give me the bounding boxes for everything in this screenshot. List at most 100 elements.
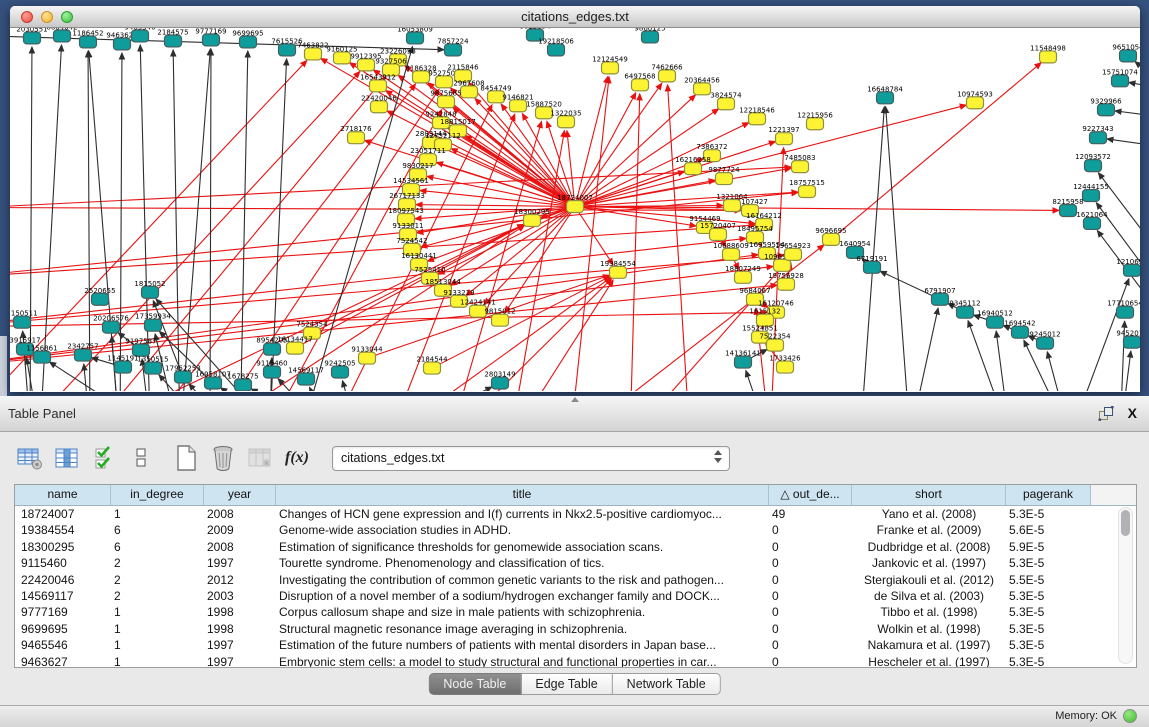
- graph-node[interactable]: [264, 366, 281, 378]
- graph-node[interactable]: [548, 44, 565, 56]
- graph-node[interactable]: [359, 352, 376, 364]
- graph-node[interactable]: [632, 79, 649, 91]
- table-row[interactable]: 946362711997Embryonic stem cells: a mode…: [15, 654, 1136, 668]
- graph-node[interactable]: [492, 314, 509, 326]
- table-row[interactable]: 977716911998Corpus callosum shape and si…: [15, 604, 1136, 620]
- graph-node[interactable]: [240, 36, 257, 48]
- graph-node[interactable]: [1037, 337, 1054, 349]
- column-header-in_degree[interactable]: in_degree: [111, 485, 204, 505]
- clear-selection-button[interactable]: [127, 444, 155, 472]
- graph-node[interactable]: [438, 96, 455, 108]
- graph-node[interactable]: [24, 32, 41, 44]
- graph-node[interactable]: [407, 32, 424, 44]
- graph-node[interactable]: [785, 248, 802, 260]
- float-panel-icon[interactable]: [1098, 406, 1114, 421]
- graph-node[interactable]: [332, 366, 349, 378]
- graph-node[interactable]: [685, 163, 702, 175]
- graph-node[interactable]: [776, 133, 793, 145]
- graph-node[interactable]: [1085, 160, 1102, 172]
- column-header-name[interactable]: name: [15, 485, 111, 505]
- table-settings-button[interactable]: [16, 444, 44, 472]
- graph-node[interactable]: [80, 36, 97, 48]
- graph-node[interactable]: [567, 201, 584, 213]
- graph-node[interactable]: [492, 377, 509, 389]
- graph-node[interactable]: [1120, 50, 1137, 62]
- graph-node[interactable]: [735, 271, 752, 283]
- graph-node[interactable]: [602, 62, 619, 74]
- graph-node[interactable]: [103, 321, 120, 333]
- graph-node[interactable]: [716, 173, 733, 185]
- graph-node[interactable]: [175, 371, 192, 383]
- graph-node[interactable]: [710, 228, 727, 240]
- table-row[interactable]: 1938455462009Genome-wide association stu…: [15, 522, 1136, 538]
- graph-node[interactable]: [610, 266, 627, 278]
- create-new-button[interactable]: [172, 444, 200, 472]
- graph-node[interactable]: [877, 92, 894, 104]
- function-builder-button[interactable]: f(x): [283, 444, 311, 472]
- column-header-year[interactable]: year: [204, 485, 276, 505]
- graph-node[interactable]: [145, 319, 162, 331]
- table-row[interactable]: 1456911722003Disruption of a novel membe…: [15, 588, 1136, 604]
- graph-node[interactable]: [642, 31, 659, 43]
- graph-node[interactable]: [1124, 264, 1141, 276]
- table-scrollbar[interactable]: [1118, 507, 1133, 664]
- show-hide-column-button[interactable]: [53, 444, 81, 472]
- zoom-window-button[interactable]: [61, 11, 73, 23]
- graph-node[interactable]: [348, 132, 365, 144]
- splitter-handle[interactable]: [571, 397, 579, 402]
- network-window-titlebar[interactable]: citations_edges.txt: [10, 6, 1140, 28]
- close-panel-icon[interactable]: X: [1128, 405, 1137, 421]
- graph-node[interactable]: [724, 200, 741, 212]
- graph-node[interactable]: [987, 316, 1004, 328]
- scrollbar-thumb[interactable]: [1121, 510, 1130, 536]
- tab-network-table[interactable]: Network Table: [613, 673, 721, 695]
- network-view[interactable]: 1872400774638229160125991239523226058932…: [10, 28, 1140, 391]
- graph-node[interactable]: [723, 248, 740, 260]
- graph-node[interactable]: [1112, 75, 1129, 87]
- table-row[interactable]: 969969511998Structural magnetic resonanc…: [15, 621, 1136, 637]
- graph-node[interactable]: [1083, 190, 1100, 202]
- graph-node[interactable]: [298, 373, 315, 385]
- graph-node[interactable]: [957, 306, 974, 318]
- graph-node[interactable]: [279, 44, 296, 56]
- graph-node[interactable]: [777, 361, 794, 373]
- graph-node[interactable]: [749, 113, 766, 125]
- graph-node[interactable]: [932, 293, 949, 305]
- graph-node[interactable]: [558, 116, 575, 128]
- delete-button[interactable]: [209, 444, 237, 472]
- column-header-title[interactable]: title: [276, 485, 769, 505]
- graph-node[interactable]: [792, 161, 809, 173]
- table-row[interactable]: 1872400712008Changes of HCN gene express…: [15, 506, 1136, 522]
- graph-node[interactable]: [203, 34, 220, 46]
- graph-node[interactable]: [235, 379, 252, 391]
- graph-node[interactable]: [778, 278, 795, 290]
- graph-node[interactable]: [659, 70, 676, 82]
- graph-node[interactable]: [205, 377, 222, 389]
- graph-node[interactable]: [799, 186, 816, 198]
- table-row[interactable]: 2242004622012Investigating the contribut…: [15, 572, 1136, 588]
- graph-node[interactable]: [1098, 104, 1115, 116]
- graph-node[interactable]: [1060, 205, 1077, 217]
- graph-node[interactable]: [142, 286, 159, 298]
- graph-node[interactable]: [14, 316, 31, 328]
- tab-node-table[interactable]: Node Table: [428, 673, 521, 695]
- select-all-button[interactable]: [90, 444, 118, 472]
- graph-node[interactable]: [524, 214, 541, 226]
- graph-node[interactable]: [132, 30, 149, 42]
- graph-node[interactable]: [114, 38, 131, 50]
- graph-node[interactable]: [92, 293, 109, 305]
- graph-node[interactable]: [413, 71, 430, 83]
- graph-node[interactable]: [1040, 51, 1057, 63]
- column-header-pagerank[interactable]: pagerank: [1006, 485, 1091, 505]
- graph-node[interactable]: [864, 261, 881, 273]
- table-selector[interactable]: citations_edges.txt: [332, 446, 730, 471]
- graph-node[interactable]: [75, 349, 92, 361]
- graph-node[interactable]: [371, 101, 388, 113]
- graph-node[interactable]: [694, 83, 711, 95]
- graph-node[interactable]: [807, 118, 824, 130]
- table-row[interactable]: 911546021997Tourette syndrome. Phenomeno…: [15, 555, 1136, 571]
- graph-node[interactable]: [34, 351, 51, 363]
- graph-node[interactable]: [461, 86, 478, 98]
- graph-node[interactable]: [115, 361, 132, 373]
- close-window-button[interactable]: [21, 11, 33, 23]
